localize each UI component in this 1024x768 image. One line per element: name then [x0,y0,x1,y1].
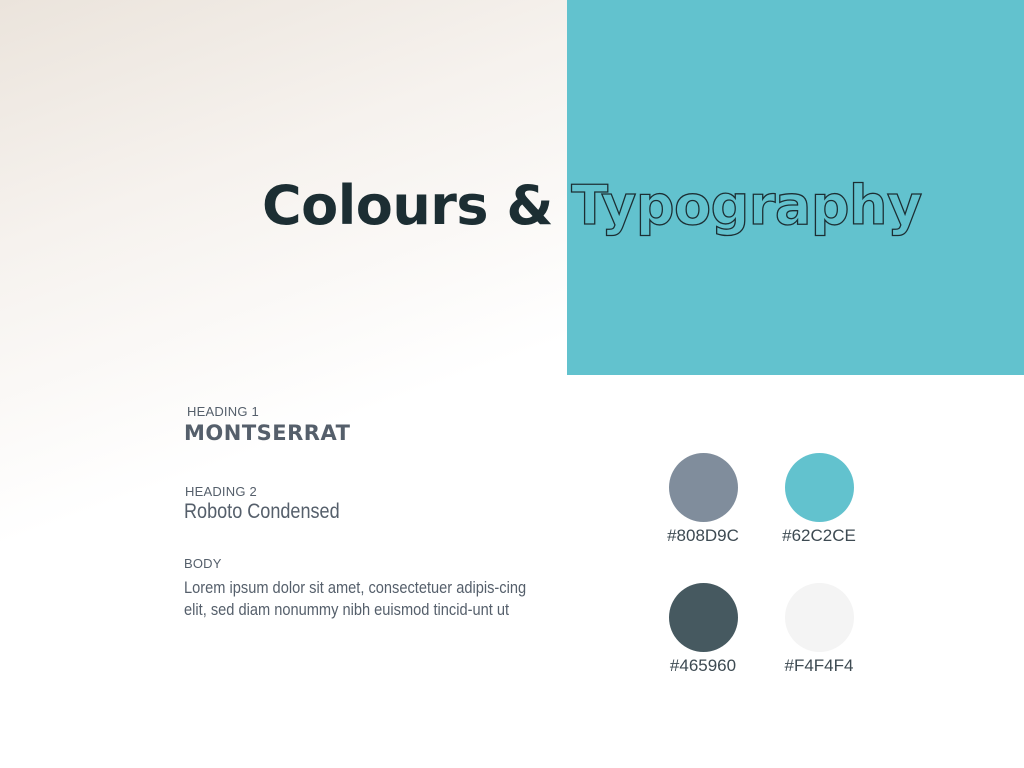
heading2-font-sample: Roboto Condensed [184,500,340,523]
page-title-text: Colours & Typography [262,174,922,237]
color-swatch: #F4F4F4 [754,583,884,676]
swatch-hex-label: #F4F4F4 [784,656,854,675]
body-font-sample: Lorem ipsum dolor sit amet, consectetuer… [184,578,527,619]
heading2-label: HEADING 2 [185,484,257,499]
color-swatch: #808D9C [638,453,768,546]
swatch-circle [784,583,854,652]
swatch-circle [784,453,854,522]
swatch-hex-label: #465960 [669,656,737,675]
heading1-spec: HEADING 1 MONTSERRAT [184,404,350,445]
swatch-circle [668,583,738,652]
body-label: BODY [184,556,222,571]
swatch-hex-label: #62C2CE [782,526,856,545]
heading2-spec: HEADING 2 Roboto Condensed [184,484,365,524]
color-swatch: #465960 [638,583,768,676]
swatch-hex-label: #808D9C [667,526,739,545]
title-outline-part: Typography [571,174,922,237]
page-title: Colours & Typography [262,173,923,237]
heading1-label: HEADING 1 [187,404,259,419]
body-spec: BODY Lorem ipsum dolor sit amet, consect… [184,556,596,621]
swatch-circle [668,453,738,522]
title-solid-part: Colours & [262,174,571,237]
heading1-font-sample: MONTSERRAT [184,421,351,445]
color-swatch: #62C2CE [754,453,884,546]
